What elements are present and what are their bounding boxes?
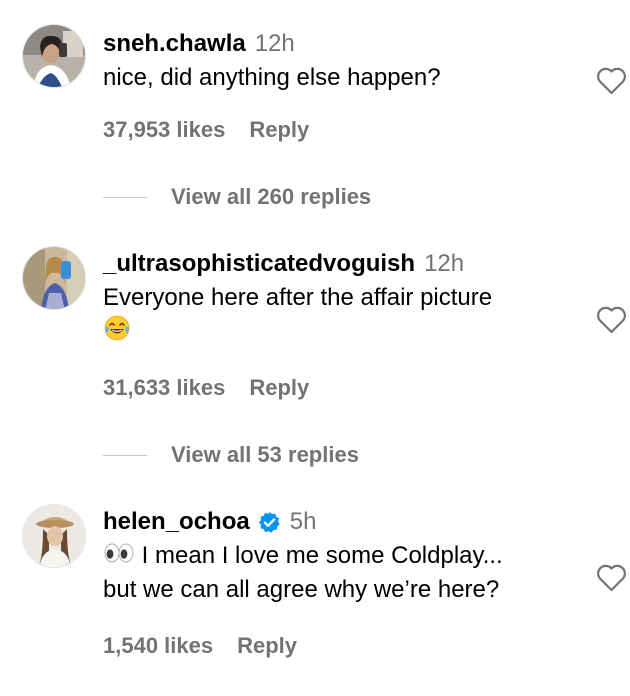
comment-text-line-1: I mean I love me some Coldplay... bbox=[141, 542, 503, 569]
like-count[interactable]: 31,633 likes bbox=[103, 375, 225, 400]
reply-button[interactable]: Reply bbox=[249, 117, 309, 142]
comment-body: _ultrasophisticatedvoguish 12h Everyone … bbox=[103, 249, 583, 351]
username[interactable]: sneh.chawla bbox=[103, 29, 246, 59]
avatar[interactable] bbox=[22, 246, 86, 310]
comment-header: sneh.chawla 12h bbox=[103, 29, 583, 59]
heart-outline-icon[interactable] bbox=[596, 563, 627, 592]
comment-body: sneh.chawla 12h nice, did anything else … bbox=[103, 29, 583, 94]
comment-text: I mean I love me some Coldplay... but we… bbox=[103, 539, 583, 606]
face-with-tears-of-joy-icon bbox=[103, 314, 131, 351]
reply-button[interactable]: Reply bbox=[237, 633, 297, 658]
comment-actions: 37,953 likes Reply bbox=[103, 116, 309, 144]
view-replies-button[interactable]: View all 260 replies bbox=[103, 183, 371, 211]
comment-actions: 31,633 likes Reply bbox=[103, 374, 309, 402]
comment-text-line-2: but we can all agree why we’re here? bbox=[103, 576, 500, 604]
view-replies-button[interactable]: View all 53 replies bbox=[103, 441, 359, 469]
comment-header: _ultrasophisticatedvoguish 12h bbox=[103, 249, 583, 279]
reply-button[interactable]: Reply bbox=[249, 375, 309, 400]
view-replies-label: View all 260 replies bbox=[171, 184, 372, 209]
avatar[interactable] bbox=[22, 504, 86, 568]
comment-text-content: Everyone here after the affair picture bbox=[103, 284, 493, 311]
timestamp: 5h bbox=[289, 508, 317, 535]
eyes-icon bbox=[103, 540, 135, 573]
heart-outline-icon[interactable] bbox=[596, 305, 627, 334]
username[interactable]: helen_ochoa bbox=[103, 507, 250, 537]
comment-actions: 1,540 likes Reply bbox=[103, 632, 297, 660]
comment-header: helen_ochoa 5h bbox=[103, 507, 583, 537]
username[interactable]: _ultrasophisticatedvoguish bbox=[103, 249, 415, 279]
like-count[interactable]: 1,540 likes bbox=[103, 633, 213, 658]
comment-text: nice, did anything else happen? bbox=[103, 64, 441, 91]
comment-text: Everyone here after the affair picture bbox=[103, 281, 583, 351]
timestamp: 12h bbox=[424, 250, 465, 277]
timestamp: 12h bbox=[254, 30, 295, 57]
replies-divider bbox=[103, 454, 147, 456]
like-count[interactable]: 37,953 likes bbox=[103, 117, 225, 142]
avatar[interactable] bbox=[22, 24, 86, 88]
comment-body: helen_ochoa 5h I mean I love me some Col… bbox=[103, 507, 583, 606]
heart-outline-icon[interactable] bbox=[596, 66, 627, 95]
view-replies-label: View all 53 replies bbox=[171, 442, 359, 467]
verified-badge-icon bbox=[258, 511, 280, 533]
replies-divider bbox=[103, 196, 147, 198]
